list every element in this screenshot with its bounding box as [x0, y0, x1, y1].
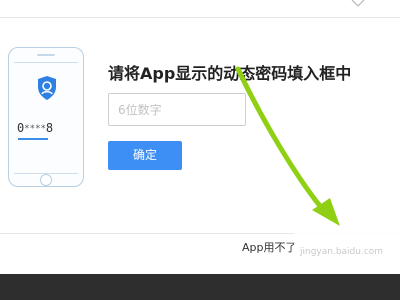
- verification-dialog: 0****8 请将App显示的动态密码填入框中 确定 App用不了 jingya…: [0, 0, 400, 300]
- code-last-digit: 8: [45, 121, 54, 135]
- code-masked-digits: ****: [24, 124, 46, 134]
- phone-screen: 0****8: [14, 62, 78, 174]
- watermark-overlay: [294, 223, 400, 265]
- top-divider: [0, 17, 400, 18]
- phone-illustration: 0****8: [8, 47, 84, 187]
- phone-home-button: [40, 174, 52, 186]
- close-button[interactable]: [348, 0, 368, 10]
- code-underline: [18, 138, 48, 140]
- app-unavailable-link[interactable]: App用不了: [242, 240, 297, 256]
- footer-bar: [0, 274, 400, 300]
- shield-person-icon: [38, 76, 56, 100]
- watermark-text: jingyan.baidu.com: [300, 247, 384, 257]
- confirm-button[interactable]: 确定: [108, 141, 182, 170]
- prompt-title: 请将App显示的动态密码填入框中: [108, 64, 352, 83]
- dynamic-code-input[interactable]: [108, 93, 246, 126]
- close-icon: [351, 0, 365, 7]
- phone-code-display: 0****8: [17, 121, 85, 135]
- phone-speaker: [37, 54, 55, 56]
